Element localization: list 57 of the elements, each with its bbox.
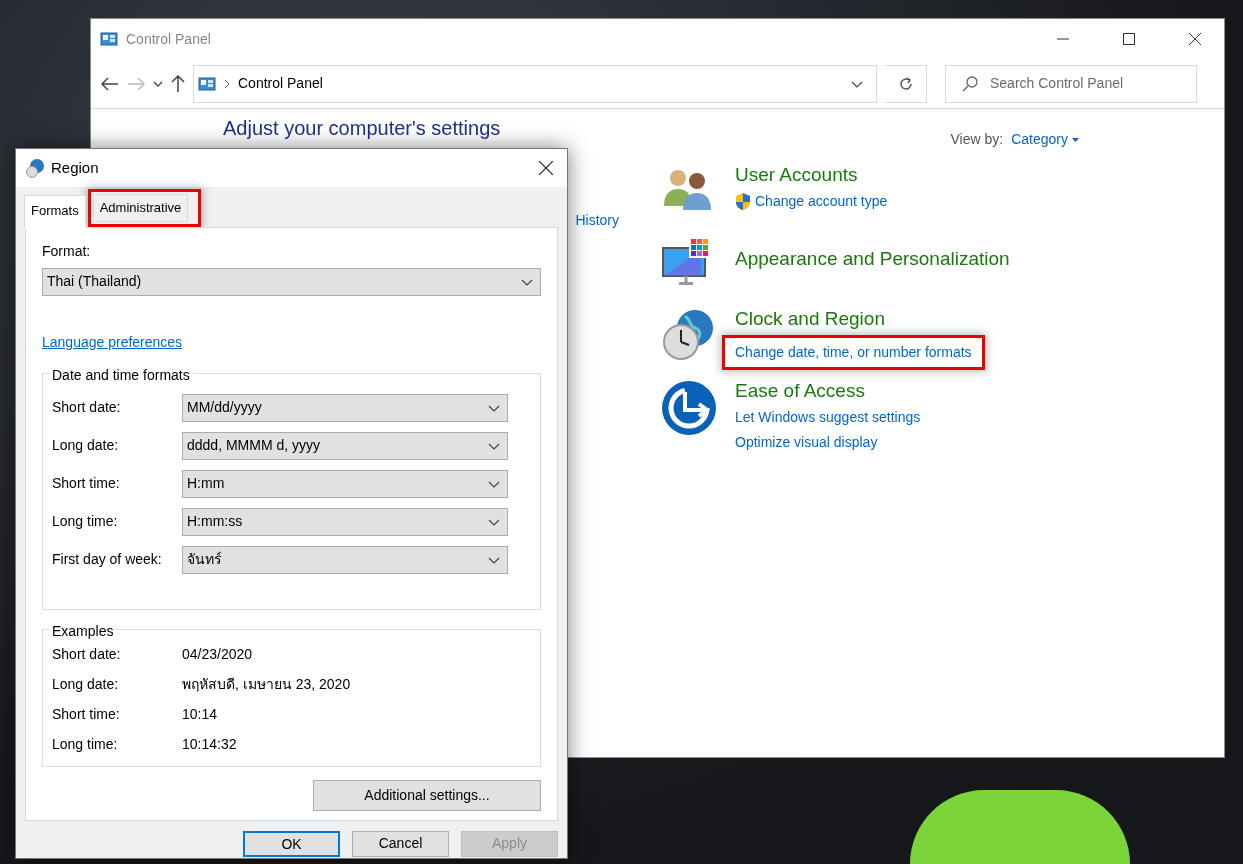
language-preferences-link[interactable]: Language preferences [42, 331, 183, 353]
back-arrow-icon[interactable] [101, 76, 119, 91]
field-label: Short date: [52, 645, 122, 664]
search-icon [962, 75, 978, 92]
category-title[interactable]: Appearance and Personalization [735, 248, 1010, 271]
dialog-button[interactable]: OK [243, 830, 340, 857]
dropdown[interactable]: H:mm:ss [182, 507, 508, 536]
shield-icon [735, 192, 751, 211]
dropdown[interactable]: MM/dd/yyyy [182, 393, 508, 422]
field-value: 10:14:32 [182, 735, 237, 754]
field-label: Short date: [52, 398, 122, 417]
task-link[interactable]: Optimize visual display [735, 431, 921, 453]
window-title: Control Panel [126, 29, 211, 49]
refresh-icon[interactable] [897, 75, 914, 92]
control-panel-icon [198, 75, 216, 92]
control-panel-icon [100, 31, 118, 47]
category-title[interactable]: User Accounts [735, 164, 888, 187]
breadcrumb-chevron-icon [224, 78, 230, 89]
dropdown[interactable]: Thai (Thailand) [42, 267, 541, 296]
up-arrow-icon[interactable] [171, 74, 185, 93]
field-label: Long time: [52, 735, 119, 754]
field-value: 10:14 [182, 705, 218, 724]
field-label: Long time: [52, 512, 119, 531]
close-icon[interactable] [539, 161, 553, 175]
field-label: First day of week: [52, 550, 163, 569]
field-label: Format: [42, 241, 92, 261]
category-title[interactable]: Ease of Access [735, 380, 921, 403]
tab[interactable]: Formats [24, 195, 86, 228]
dialog-button: Apply [461, 830, 558, 857]
accessibility-icon [661, 380, 717, 436]
task-link[interactable]: Change account type [735, 190, 888, 212]
globe-clock-icon [25, 158, 45, 178]
page-heading: Adjust your computer's settings [222, 116, 502, 141]
tab[interactable]: Administrative [92, 194, 189, 222]
field-label: Short time: [52, 474, 121, 493]
recent-caret-icon[interactable] [153, 80, 163, 87]
dropdown[interactable]: dddd, MMMM d, yyyy [182, 431, 508, 460]
field-label: Long date: [52, 675, 120, 694]
task-link[interactable]: History [575, 210, 619, 231]
address-text: Control Panel [238, 74, 324, 93]
field-value: 04/23/2020 [182, 645, 253, 664]
caret-icon [1072, 137, 1079, 142]
dialog-title: Region [51, 157, 100, 178]
search-box[interactable]: Search Control Panel [945, 64, 1197, 103]
view-by-label: View by: [950, 130, 1004, 149]
dropdown[interactable]: H:mm [182, 469, 508, 498]
field-label: Short time: [52, 705, 121, 724]
task-link[interactable]: Change date, time, or number formats [735, 341, 972, 363]
dialog-button[interactable]: Cancel [352, 830, 449, 857]
view-by-dropdown[interactable]: Category [1011, 129, 1079, 150]
category-title[interactable]: Clock and Region [735, 308, 985, 331]
additional-settings-button[interactable]: Additional settings... [313, 779, 541, 811]
field-label: Long date: [52, 436, 120, 455]
task-link[interactable]: Let Windows suggest settings [735, 406, 921, 428]
address-bar[interactable]: Control Panel [193, 64, 877, 103]
dropdown[interactable]: จันทร์ [182, 545, 508, 574]
field-value: พฤหัสบดี, เมษายน 23, 2020 [182, 675, 351, 694]
